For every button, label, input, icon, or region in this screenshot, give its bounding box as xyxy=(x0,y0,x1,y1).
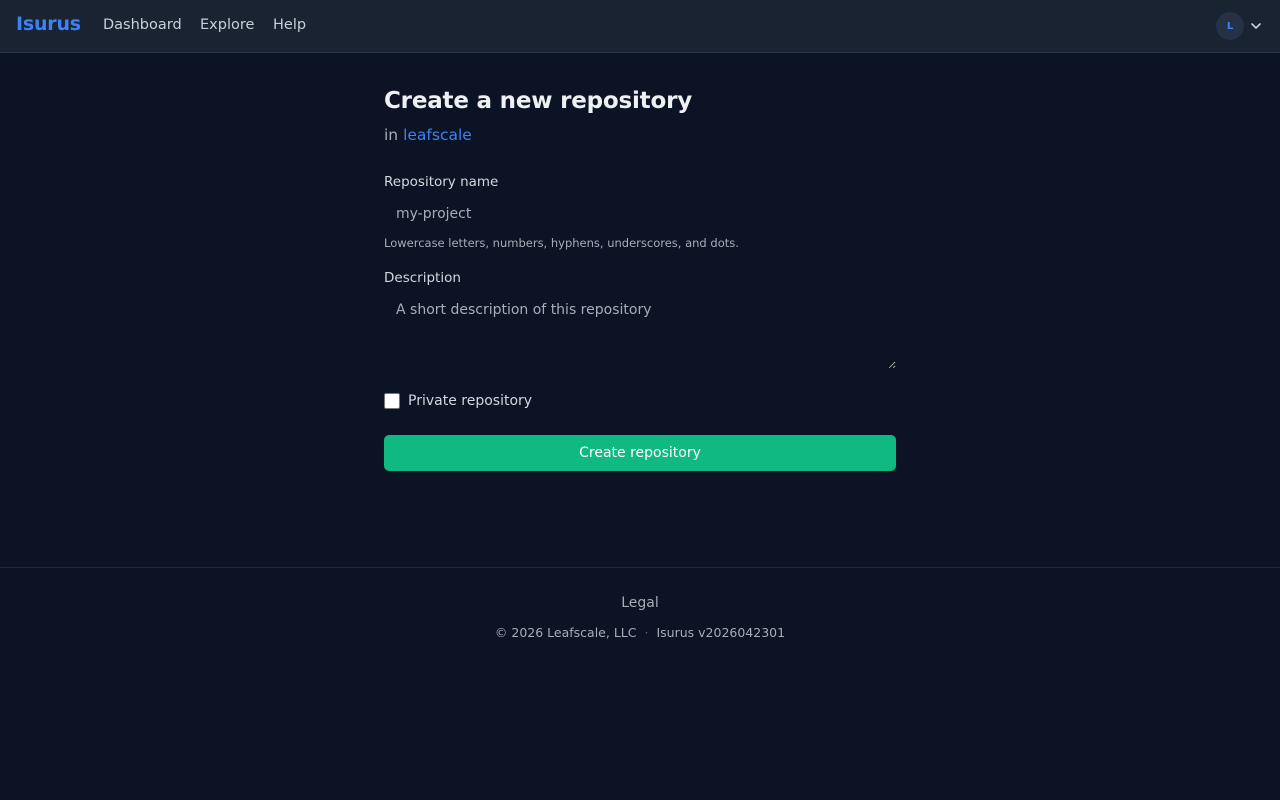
description-label: Description xyxy=(384,270,461,286)
owner-prefix: in xyxy=(384,126,399,144)
repository-name-input[interactable] xyxy=(384,198,896,230)
avatar: L xyxy=(1216,12,1244,40)
page-title: Create a new repository xyxy=(384,88,693,114)
private-repository-label: Private repository xyxy=(408,393,533,409)
brand-logo-link[interactable]: Isurus xyxy=(16,13,81,35)
footer-separator: · xyxy=(644,625,649,640)
legal-link[interactable]: Legal xyxy=(0,595,1280,611)
private-repository-option[interactable]: Private repository xyxy=(384,392,532,410)
description-textarea[interactable] xyxy=(384,294,896,369)
version-text: Isurus v2026042301 xyxy=(656,625,786,640)
top-navigation-bar: Isurus Dashboard Explore Help L xyxy=(0,0,1280,53)
user-menu-button[interactable]: L xyxy=(1216,12,1266,40)
copyright-text: © 2026 Leafscale, LLC xyxy=(494,625,637,640)
create-repository-button[interactable]: Create repository xyxy=(384,435,896,471)
nav-explore-link[interactable]: Explore xyxy=(200,17,254,33)
nav-dashboard-link[interactable]: Dashboard xyxy=(103,17,182,33)
page-footer: Legal © 2026 Leafscale, LLC · Isurus v2026… xyxy=(0,567,1280,800)
new-repository-form: Create a new repository in leafscale Rep… xyxy=(384,86,896,471)
repository-owner-context: in leafscale xyxy=(384,124,896,146)
nav-help-link[interactable]: Help xyxy=(273,17,306,33)
repository-name-hint: Lowercase letters, numbers, hyphens, und… xyxy=(384,236,739,250)
private-repository-checkbox[interactable] xyxy=(384,393,400,409)
footer-meta: © 2026 Leafscale, LLC · Isurus v2026042301 xyxy=(0,625,1280,640)
owner-link[interactable]: leafscale xyxy=(403,126,472,144)
repository-name-label: Repository name xyxy=(384,174,499,190)
chevron-down-icon xyxy=(1251,23,1261,29)
